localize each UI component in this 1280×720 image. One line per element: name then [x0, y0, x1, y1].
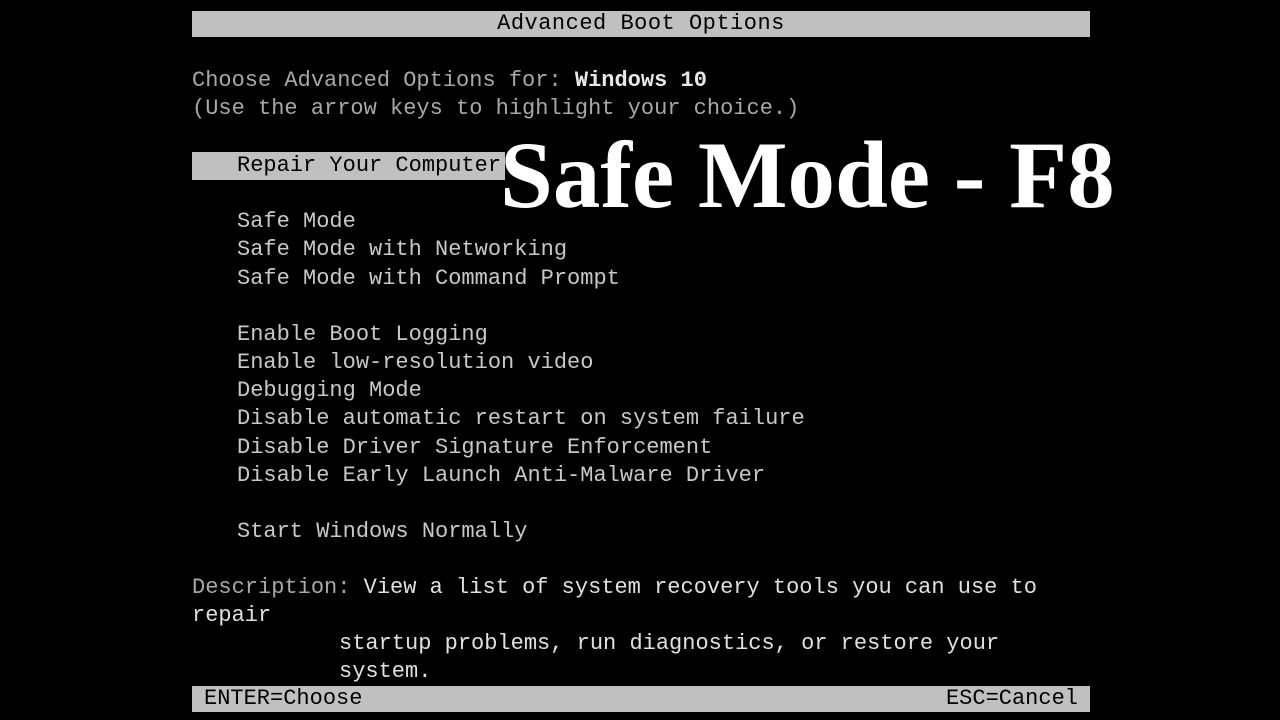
menu-item-start-normally[interactable]: Start Windows Normally — [192, 518, 805, 546]
prompt-label: Choose Advanced Options for: — [192, 68, 575, 93]
footer-choose: ENTER=Choose — [204, 686, 362, 712]
overlay-caption: Safe Mode - F8 — [500, 120, 1115, 230]
menu-spacer — [192, 293, 805, 321]
hint-line: (Use the arrow keys to highlight your ch… — [192, 96, 799, 121]
prompt-line: Choose Advanced Options for: Windows 10 — [192, 68, 707, 93]
os-name: Windows 10 — [575, 68, 707, 93]
footer-bar: ENTER=Choose ESC=Cancel — [192, 686, 1090, 712]
description-label: Description: — [192, 575, 364, 600]
menu-item-safe-mode-cmd[interactable]: Safe Mode with Command Prompt — [192, 265, 805, 293]
menu-item-low-res-video[interactable]: Enable low-resolution video — [192, 349, 805, 377]
menu-item-boot-logging[interactable]: Enable Boot Logging — [192, 321, 805, 349]
menu-item-disable-auto-restart[interactable]: Disable automatic restart on system fail… — [192, 405, 805, 433]
description-text-2: startup problems, run diagnostics, or re… — [339, 631, 999, 684]
menu-item-safe-mode-networking[interactable]: Safe Mode with Networking — [192, 236, 805, 264]
menu-item-debugging[interactable]: Debugging Mode — [192, 377, 805, 405]
menu-item-disable-driver-sig[interactable]: Disable Driver Signature Enforcement — [192, 434, 805, 462]
description-block: Description: View a list of system recov… — [192, 574, 1092, 686]
menu-spacer — [192, 490, 805, 518]
menu-item-repair[interactable]: Repair Your Computer — [192, 152, 505, 180]
footer-cancel: ESC=Cancel — [946, 686, 1078, 712]
title-bar: Advanced Boot Options — [192, 11, 1090, 37]
menu-item-disable-elam[interactable]: Disable Early Launch Anti-Malware Driver — [192, 462, 805, 490]
